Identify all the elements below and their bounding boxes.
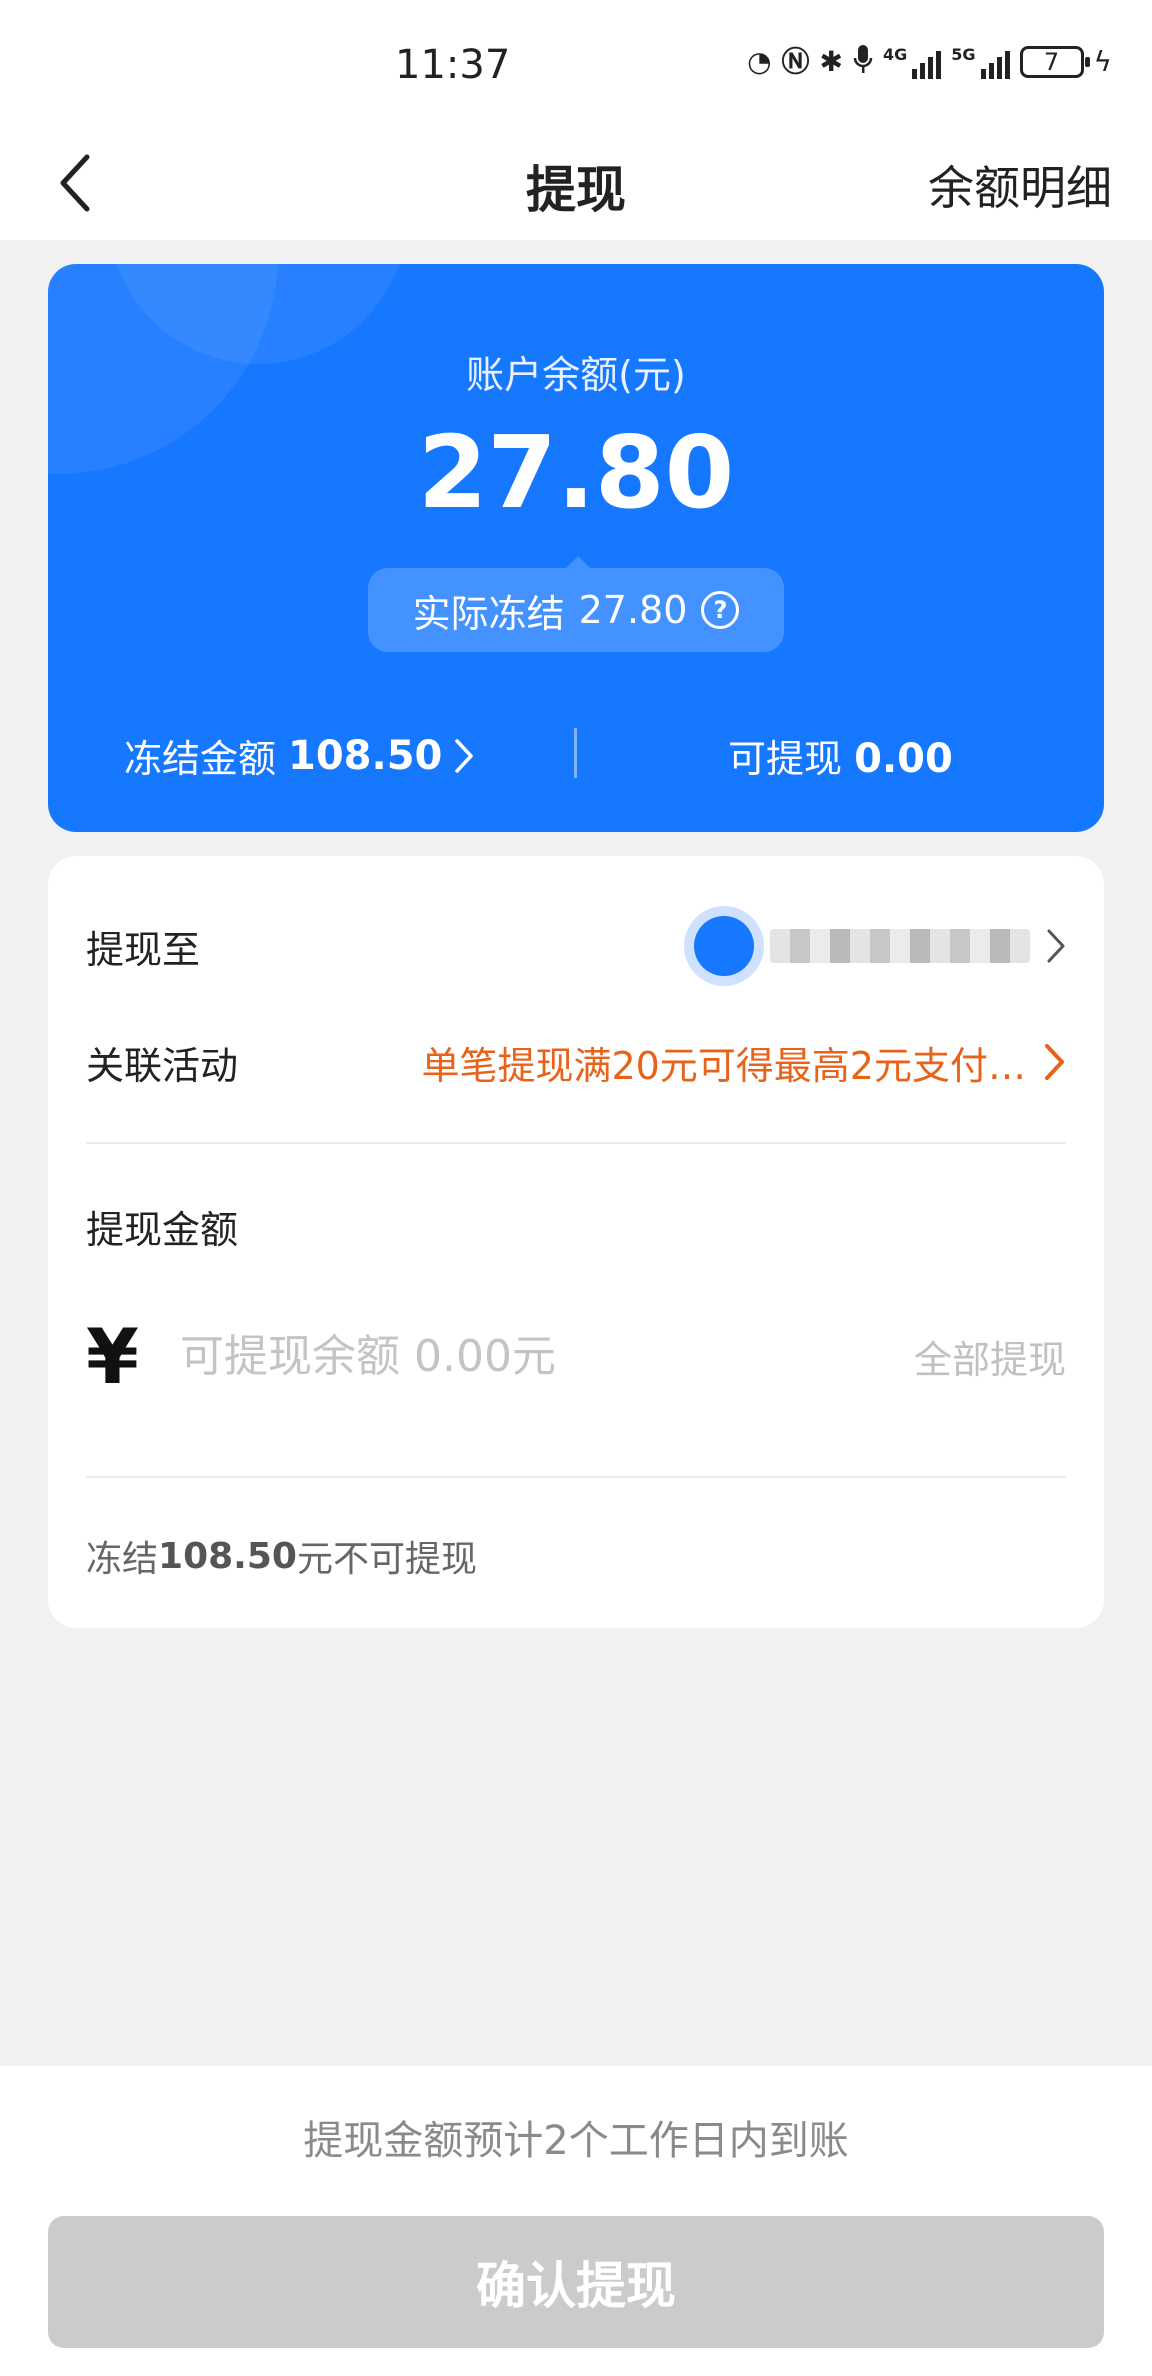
balance-amount: 27.80: [417, 414, 735, 531]
frozen-amount-link[interactable]: 冻结金额 108.50: [124, 728, 474, 783]
withdraw-page: 11:37 ◔ Ⓝ ✱ 4G 5G 7 ϟ 提现 余额明细 账户余额(元) 27…: [0, 0, 1152, 2376]
help-icon[interactable]: ?: [701, 591, 740, 629]
status-time: 11:37: [395, 42, 511, 88]
actual-frozen-label: 实际冻结: [412, 591, 565, 636]
account-display[interactable]: [694, 916, 1066, 976]
amount-input[interactable]: [180, 1330, 914, 1382]
charging-icon: ϟ: [1093, 44, 1112, 78]
chevron-right-icon: [1047, 929, 1065, 963]
withdraw-to-row[interactable]: 提现至: [86, 906, 1066, 986]
divider: [86, 1476, 1066, 1478]
amount-label: 提现金额: [86, 1207, 239, 1252]
currency-symbol: ¥: [86, 1311, 139, 1401]
balance-label: 账户余额(元): [466, 353, 686, 397]
battery-icon: 7: [1019, 45, 1090, 78]
battery-level: 7: [1043, 47, 1060, 76]
signal-5g-icon: 5G: [951, 45, 1010, 79]
activity-row[interactable]: 关联活动 单笔提现满20元可得最高2元支付…: [86, 1022, 1066, 1102]
frozen-amount-label: 冻结金额: [124, 737, 277, 781]
status-icons: ◔ Ⓝ ✱ 4G 5G 7 ϟ: [747, 44, 1112, 79]
bluetooth-icon: ✱: [819, 44, 843, 78]
activity-link[interactable]: 单笔提现满20元可得最高2元支付…: [421, 1035, 1066, 1090]
withdraw-form-card: 提现至 关联活动 单笔提现满20元可得最高2元支付… 提现金额 ¥ 全部提现: [48, 856, 1104, 1628]
bottom-bar: 提现金额预计2个工作日内到账 确认提现: [0, 2066, 1152, 2376]
withdrawable-value: 0.00: [854, 736, 953, 782]
nfc-icon: Ⓝ: [781, 44, 810, 78]
frozen-note-amount: 108.50: [158, 1535, 297, 1577]
confirm-withdraw-button[interactable]: 确认提现: [48, 2216, 1104, 2348]
frozen-note: 冻结 108.50 元不可提现: [86, 1516, 1066, 1596]
chevron-left-icon: [60, 154, 90, 212]
frozen-note-prefix: 冻结: [86, 1539, 159, 1580]
withdraw-all-button[interactable]: 全部提现: [914, 1329, 1066, 1384]
nav-bar: 提现 余额明细: [0, 130, 1152, 240]
activity-text: 单笔提现满20元可得最高2元支付…: [421, 1043, 1026, 1088]
signal-4g-icon: 4G: [883, 45, 942, 79]
microphone-icon: [853, 44, 873, 79]
card-summary-row: 冻结金额 108.50 可提现 0.00: [48, 716, 1104, 796]
chevron-right-icon: [1045, 1044, 1064, 1080]
frozen-note-suffix: 元不可提现: [296, 1539, 477, 1580]
activity-label: 关联活动: [86, 1043, 239, 1088]
withdrawable-label: 可提现: [728, 737, 843, 781]
arrival-note: 提现金额预计2个工作日内到账: [303, 2118, 849, 2164]
balance-card: 账户余额(元) 27.80 实际冻结 27.80 ? 冻结金额 108.50 可…: [48, 264, 1104, 832]
withdrawable-amount: 可提现 0.00: [728, 728, 953, 783]
amount-input-row: ¥ 全部提现: [86, 1296, 1066, 1416]
actual-frozen-pill[interactable]: 实际冻结 27.80 ?: [368, 556, 784, 652]
withdraw-to-label: 提现至: [86, 927, 201, 972]
speedometer-icon: ◔: [747, 44, 772, 78]
account-avatar-icon: [694, 916, 754, 976]
balance-detail-link[interactable]: 余额明细: [928, 152, 1112, 218]
divider: [86, 1142, 1066, 1144]
amount-label-row: 提现金额: [86, 1186, 1066, 1266]
status-bar: 11:37 ◔ Ⓝ ✱ 4G 5G 7 ϟ: [0, 0, 1152, 130]
back-button[interactable]: [40, 148, 110, 218]
chevron-right-icon: [455, 738, 474, 773]
divider: [574, 728, 577, 778]
frozen-amount-value: 108.50: [288, 732, 443, 779]
actual-frozen-value: 27.80: [578, 588, 688, 632]
account-info-blurred: [770, 929, 1030, 963]
